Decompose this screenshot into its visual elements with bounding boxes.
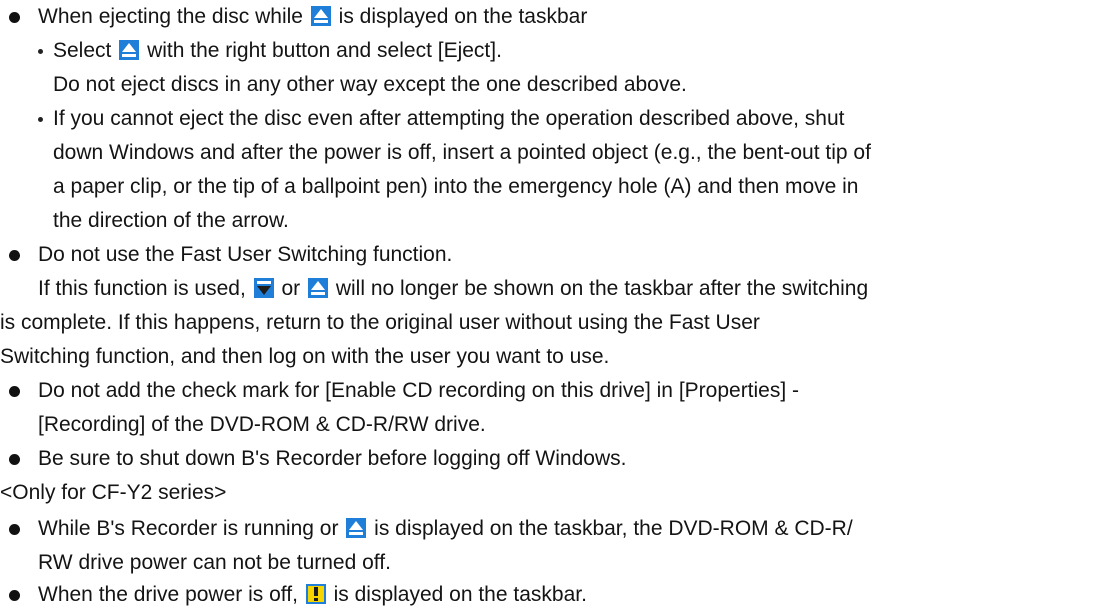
eject-icon [119, 40, 140, 60]
fast-user-switching-detail-line-1: If this function is used, or will no lon… [38, 277, 869, 300]
bullet-drive-power-line-1: While B's Recorder is running or is disp… [38, 517, 853, 540]
bullet-dot [9, 590, 20, 601]
bullet-shutdown-recorder: Be sure to shut down B's Recorder before… [38, 447, 627, 470]
bullet-cd-recording-line-1: Do not add the check mark for [Enable CD… [38, 379, 800, 402]
sub-bullet-dot [38, 117, 43, 122]
bullet-cd-recording-line-2: [Recording] of the DVD-ROM & CD-R/RW dri… [38, 413, 486, 436]
bullet-drive-power-line-2: RW drive power can not be turned off. [38, 551, 391, 574]
sub-bullet-select-eject: Select with the right button and select … [53, 39, 502, 62]
bullet-dot [9, 12, 20, 23]
series-note: <Only for CF-Y2 series> [0, 481, 227, 504]
drive-down-icon [253, 278, 274, 298]
sub-bullet-emergency-line-1: If you cannot eject the disc even after … [53, 107, 845, 130]
sub-bullet-emergency-line-4: the direction of the arrow. [53, 209, 289, 232]
bullet-dot [9, 386, 20, 397]
eject-icon [308, 278, 328, 298]
bullet-eject-taskbar: When ejecting the disc while is displaye… [38, 5, 588, 28]
eject-icon [310, 6, 331, 26]
bullet-fast-user-switching: Do not use the Fast User Switching funct… [38, 243, 453, 266]
sub-bullet-dot [38, 49, 43, 54]
bullet-dot [9, 250, 20, 261]
fast-user-switching-detail-line-2: is complete. If this happens, return to … [0, 311, 760, 334]
document-page: When ejecting the disc while is displaye… [0, 0, 1109, 614]
drive-power-off-icon [305, 584, 326, 604]
bullet-dot [9, 454, 20, 465]
sub-bullet-continuation: Do not eject discs in any other way exce… [53, 73, 687, 96]
eject-icon [346, 518, 367, 538]
bullet-power-off-icon: When the drive power is off, is displaye… [38, 583, 587, 606]
sub-bullet-emergency-line-2: down Windows and after the power is off,… [53, 141, 871, 164]
fast-user-switching-detail-line-3: Switching function, and then log on with… [0, 345, 610, 368]
sub-bullet-emergency-line-3: a paper clip, or the tip of a ballpoint … [53, 175, 859, 198]
bullet-dot [9, 524, 20, 535]
